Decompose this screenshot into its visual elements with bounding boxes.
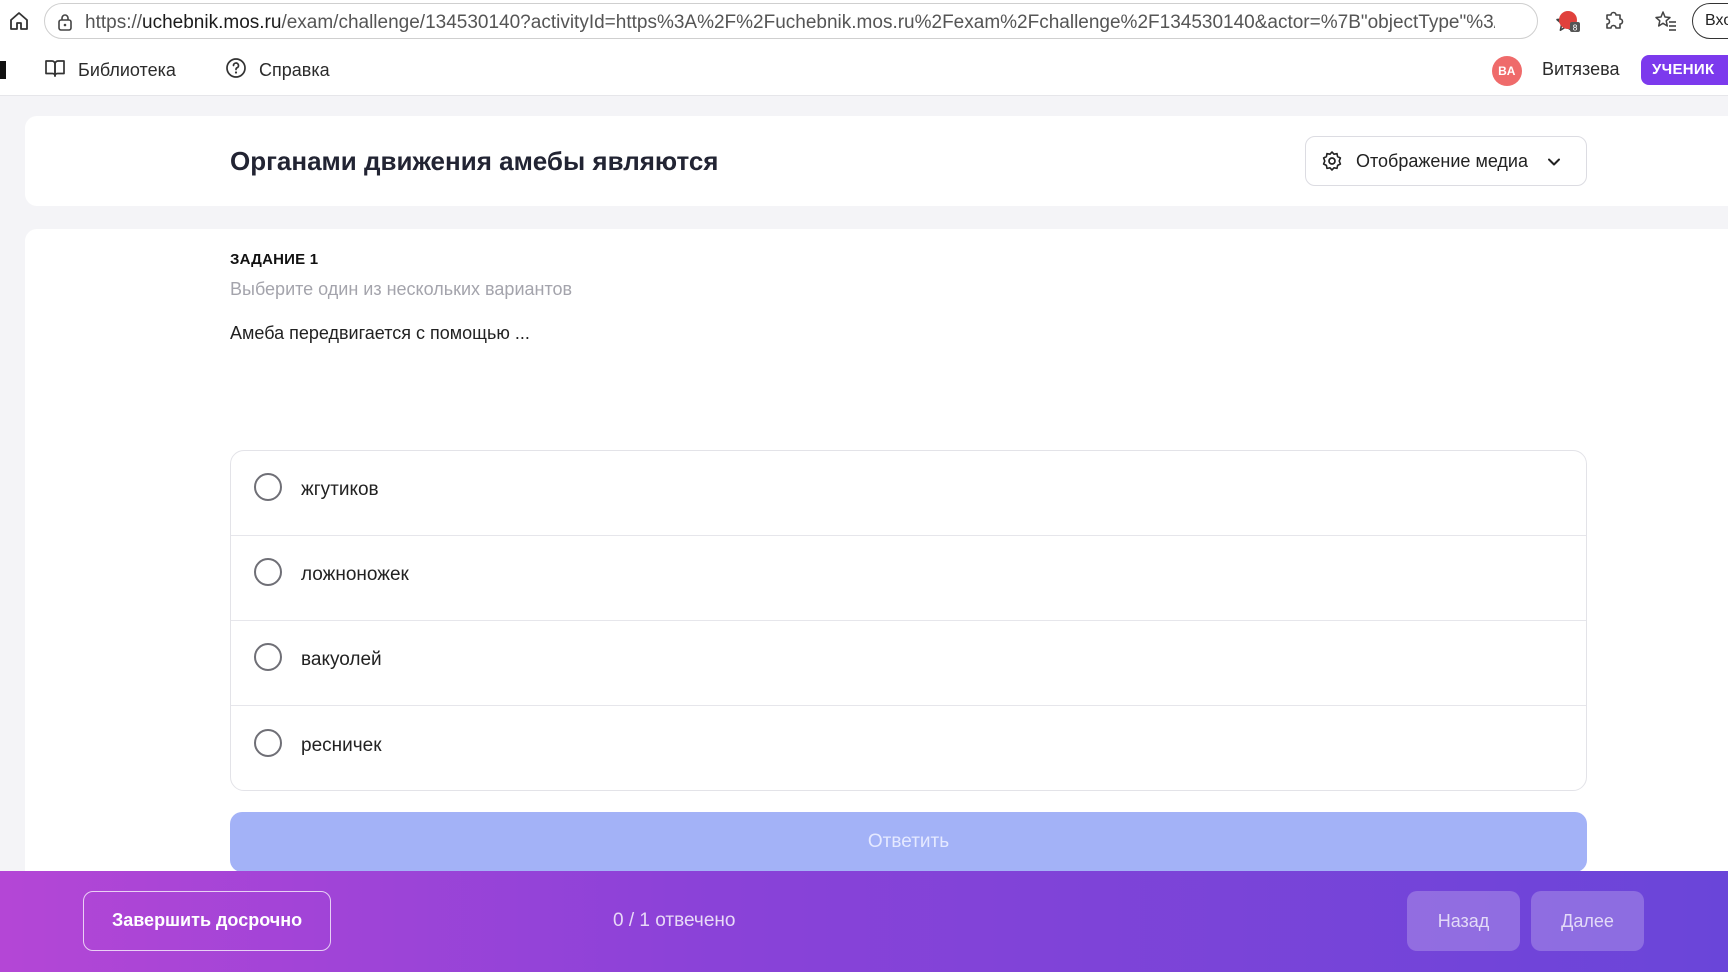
nav-library-label: Библиотека	[78, 59, 176, 80]
home-icon[interactable]	[6, 8, 32, 34]
option-item[interactable]: вакуолей	[231, 621, 1586, 706]
answer-button[interactable]: Ответить	[230, 812, 1587, 872]
option-label: ресничек	[301, 735, 382, 756]
radio-button[interactable]	[254, 473, 282, 501]
browser-toolbar: https://uchebnik.mos.ru/exam/challenge/1…	[0, 0, 1728, 42]
nav-library[interactable]: Библиотека	[44, 56, 176, 84]
chevron-down-icon	[1546, 154, 1562, 175]
lock-icon[interactable]	[57, 13, 73, 31]
media-display-label: Отображение медиа	[1356, 151, 1529, 171]
page-title: Органами движения амебы являются	[230, 146, 719, 176]
radio-button[interactable]	[254, 729, 282, 757]
option-label: вакуолей	[301, 649, 382, 670]
nav-help-label: Справка	[259, 59, 330, 80]
url-text[interactable]: https://uchebnik.mos.ru/exam/challenge/1…	[85, 12, 1495, 34]
media-display-dropdown[interactable]: Отображение медиа	[1305, 136, 1587, 186]
favorites-icon[interactable]	[1654, 9, 1678, 33]
task-question: Амеба передвигается с помощью ...	[230, 323, 530, 343]
next-button[interactable]: Далее	[1531, 891, 1644, 951]
option-item[interactable]: ресничек	[231, 707, 1586, 790]
exam-footer: Завершить досрочно 0 / 1 отвечено Назад …	[0, 871, 1728, 972]
option-label: ложноножек	[301, 564, 409, 585]
option-item[interactable]: ложноножек	[231, 536, 1586, 621]
task-hint: Выберите один из нескольких вариантов	[230, 279, 573, 299]
username[interactable]: Витязева	[1542, 59, 1619, 80]
app-navbar: Библиотека Справка ВА Витязева УЧЕНИК	[0, 42, 1728, 96]
login-button[interactable]: Вход	[1692, 3, 1728, 39]
puzzle-icon[interactable]	[1603, 9, 1625, 31]
task-card: ЗАДАНИЕ 1 Выберите один из нескольких ва…	[25, 229, 1728, 972]
title-card: Органами движения амебы являются Отображ…	[25, 116, 1728, 206]
gear-icon	[1321, 150, 1343, 177]
adblock-extension-icon[interactable]: 8	[1557, 9, 1581, 33]
role-badge: УЧЕНИК	[1641, 55, 1728, 85]
avatar[interactable]: ВА	[1492, 56, 1522, 86]
answer-options: жгутиков ложноножек вакуолей ресничек	[230, 450, 1587, 791]
logo-fragment[interactable]	[0, 61, 6, 79]
radio-button[interactable]	[254, 558, 282, 586]
radio-button[interactable]	[254, 643, 282, 671]
svg-text:8: 8	[1572, 24, 1577, 33]
back-button[interactable]: Назад	[1407, 891, 1520, 951]
finish-early-button[interactable]: Завершить досрочно	[83, 891, 331, 951]
book-icon	[44, 58, 78, 83]
option-label: жгутиков	[301, 479, 379, 500]
nav-help[interactable]: Справка	[225, 56, 330, 84]
address-bar[interactable]: https://uchebnik.mos.ru/exam/challenge/1…	[44, 3, 1576, 39]
progress-counter: 0 / 1 отвечено	[613, 910, 736, 931]
task-label: ЗАДАНИЕ 1	[230, 251, 319, 268]
help-circle-icon	[225, 57, 259, 84]
option-item[interactable]: жгутиков	[231, 451, 1586, 536]
